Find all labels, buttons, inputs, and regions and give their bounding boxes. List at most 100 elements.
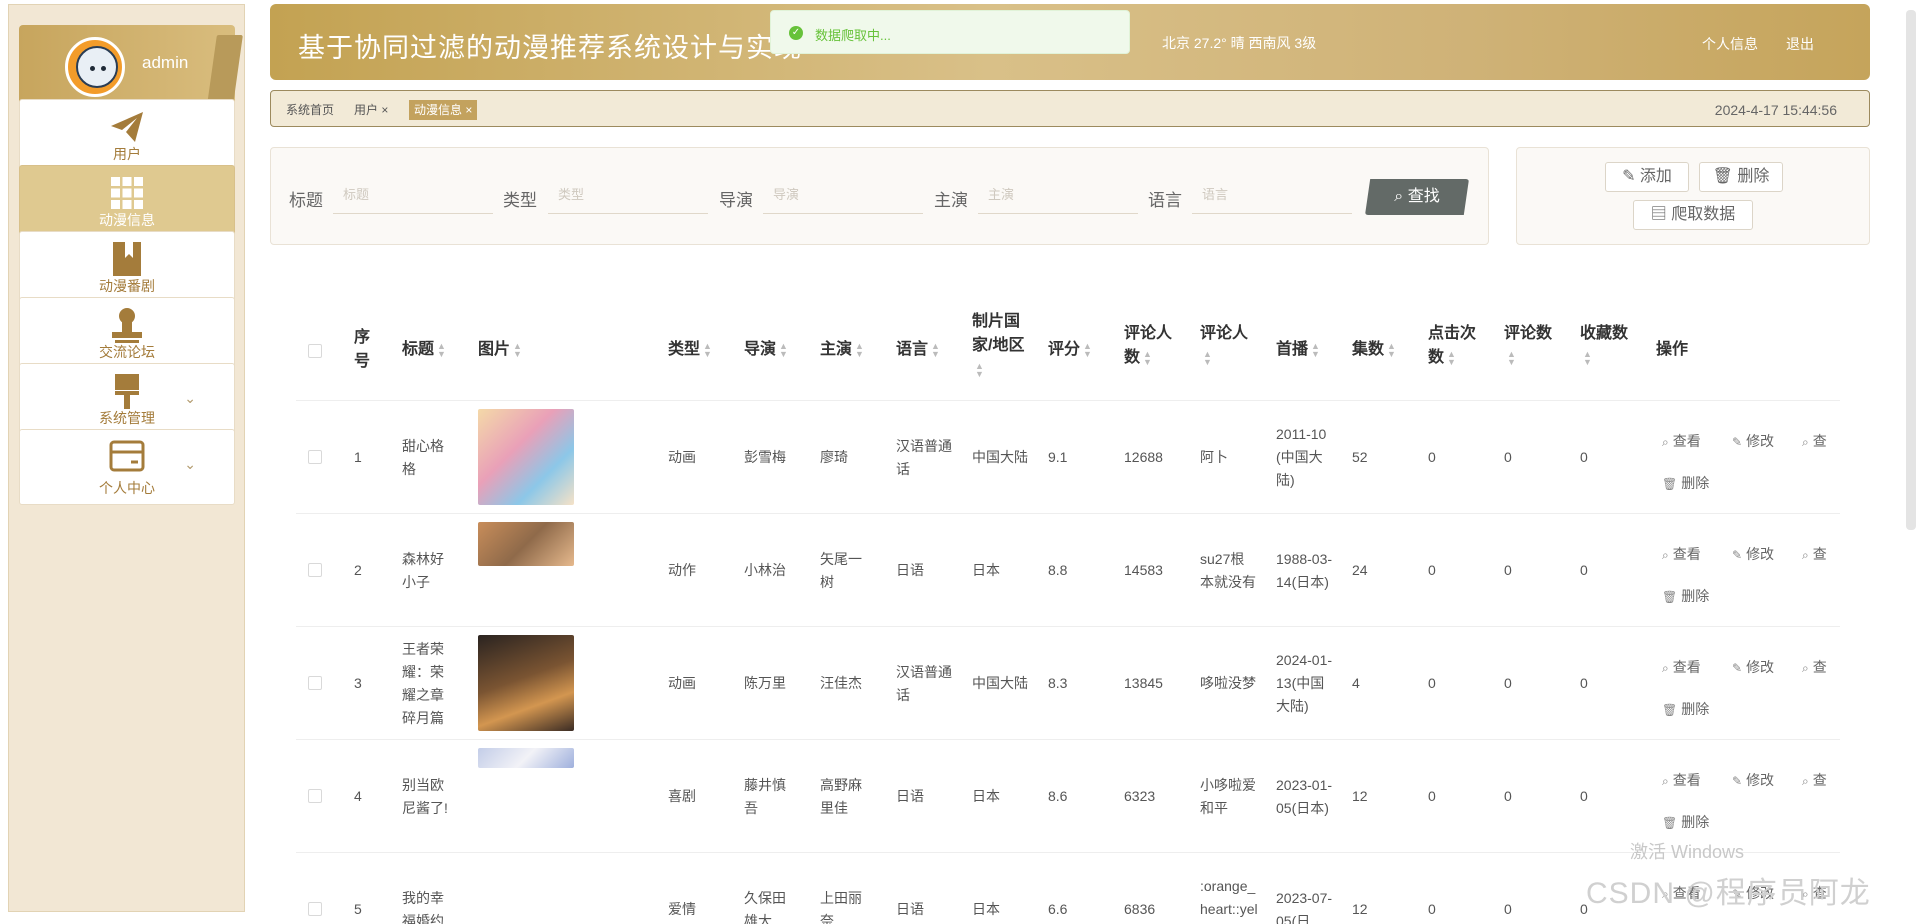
username: admin — [142, 53, 189, 72]
anime-table: 序号 标题 ▲ ▼ 图片 ▲ ▼ 类型 ▲ ▼ 导演 ▲ ▼ 主演 ▲ ▼ 语言 ▲ ▼ 制片国家/地区… — [296, 302, 1840, 924]
cell-raters: 12688 — [1124, 449, 1163, 465]
chevron-down-icon[interactable]: ⌄ — [184, 390, 196, 407]
tab-anime-info[interactable]: 动漫信息 × — [409, 100, 478, 120]
header-image[interactable]: 图片 ▲ ▼ — [478, 338, 522, 362]
header-actor[interactable]: 主演 ▲ ▼ — [820, 338, 864, 362]
row-checkbox[interactable] — [308, 450, 322, 464]
view2-op-button[interactable]: ⌕ 查 — [1802, 770, 1827, 790]
view-op-button[interactable]: ⌕ 查看 — [1662, 431, 1701, 451]
edit-op-button[interactable]: ✎ 修改 — [1732, 657, 1774, 677]
cell-title: 甜心格格 — [402, 437, 444, 477]
delete-op-label: 删除 — [1681, 701, 1710, 717]
trash-icon: 🗑 — [1662, 703, 1678, 717]
edit-op-button[interactable]: ✎ 修改 — [1732, 431, 1774, 451]
cell-comments: 0 — [1504, 675, 1512, 691]
cell-episodes: 12 — [1352, 901, 1368, 917]
header-episodes[interactable]: 集数 ▲ ▼ — [1352, 338, 1396, 362]
table-row[interactable]: 2 森林好小子 动作 小林治 矢尾一树 日语 日本 8.8 14583 su27根本就没有 1988… — [296, 513, 1840, 626]
crawl-data-button[interactable]: ▤ 爬取数据 — [1633, 200, 1753, 230]
view-op-button[interactable]: ⌕ 查看 — [1662, 544, 1701, 564]
anime-poster — [478, 522, 574, 566]
cell-actor: 上田丽奈 — [820, 889, 862, 924]
row-checkbox[interactable] — [308, 563, 322, 577]
chevron-down-icon[interactable]: ⌄ — [184, 456, 196, 473]
view2-op-button[interactable]: ⌕ 查 — [1802, 544, 1827, 564]
tab-users[interactable]: 用户 × — [349, 100, 393, 120]
profile-card: admin — [19, 25, 243, 119]
cell-title: 我的幸福婚约 — [402, 889, 444, 924]
header-raters[interactable]: 评论人数 ▲ ▼ — [1124, 322, 1182, 370]
type-input[interactable] — [548, 176, 708, 214]
card-icon — [109, 440, 145, 472]
view2-op-button[interactable]: ⌕ 查 — [1802, 657, 1827, 677]
search-icon: ⌕ — [1662, 435, 1669, 449]
select-all-checkbox[interactable] — [308, 344, 322, 358]
director-input[interactable] — [763, 176, 923, 214]
sidebar-item-personal[interactable]: 个人中心 ⌄ — [19, 429, 235, 505]
sidebar-item-label: 个人中心 — [99, 480, 155, 496]
header-language[interactable]: 语言 ▲ ▼ — [896, 338, 940, 362]
header-comments[interactable]: 评论数 ▲ ▼ — [1504, 322, 1562, 370]
cell-raters: 14583 — [1124, 562, 1163, 578]
header-clicks[interactable]: 点击次数 ▲ ▼ — [1428, 322, 1486, 370]
title-input[interactable] — [333, 176, 493, 214]
sidebar-item-forum[interactable]: 交流论坛 — [19, 297, 235, 369]
header-country[interactable]: 制片国家/地区 ▲ ▼ — [972, 310, 1030, 382]
sidebar-item-system[interactable]: 系统管理 ⌄ — [19, 363, 235, 435]
avatar[interactable] — [65, 37, 125, 97]
sidebar-item-anime-info[interactable]: 动漫信息 — [19, 165, 235, 237]
actor-input[interactable] — [978, 176, 1138, 214]
header-favorites[interactable]: 收藏数 ▲ ▼ — [1580, 322, 1638, 370]
cell-seq: 3 — [354, 675, 362, 691]
view2-op-button[interactable]: ⌕ 查 — [1802, 431, 1827, 451]
cell-score: 8.8 — [1048, 562, 1068, 578]
edit-op-button[interactable]: ✎ 修改 — [1732, 770, 1774, 790]
weather-info: 北京 27.2° 晴 西南风 3级 — [1162, 35, 1317, 51]
delete-op-button[interactable]: 🗑 删除 — [1662, 473, 1709, 493]
delete-op-button[interactable]: 🗑 删除 — [1662, 699, 1709, 719]
sidebar: admin 用户 动漫信息 动漫番剧 交流论坛 系统管理 ⌄ 个人中心 ⌄ — [8, 4, 245, 912]
table-row[interactable]: 1 甜心格格 动画 彭雪梅 廖琦 汉语普通话 中国大陆 9.1 12688 阿卜 2011-10(中… — [296, 400, 1840, 513]
view-op-button[interactable]: ⌕ 查看 — [1662, 657, 1701, 677]
header-title[interactable]: 标题 ▲ ▼ — [402, 338, 446, 362]
edit-icon: ✎ — [1732, 661, 1743, 675]
director-label: 导演 — [719, 191, 753, 210]
delete-op-button[interactable]: 🗑 删除 — [1662, 812, 1709, 832]
profile-link[interactable]: 个人信息 — [1702, 34, 1758, 54]
row-checkbox[interactable] — [308, 789, 322, 803]
view-op-label: 查看 — [1672, 659, 1701, 675]
cell-comments: 0 — [1504, 901, 1512, 917]
logout-link[interactable]: 退出 — [1786, 34, 1814, 54]
header-type[interactable]: 类型 ▲ ▼ — [668, 338, 712, 362]
actions-panel: ✎ 添加 🗑 删除 ▤ 爬取数据 — [1516, 147, 1870, 245]
delete-button[interactable]: 🗑 删除 — [1699, 162, 1783, 192]
header-premiere[interactable]: 首播 ▲ ▼ — [1276, 338, 1320, 362]
delete-op-button[interactable]: 🗑 删除 — [1662, 586, 1709, 606]
tab-home[interactable]: 系统首页 — [281, 100, 339, 120]
header-score[interactable]: 评分 ▲ ▼ — [1048, 338, 1092, 362]
sidebar-item-users[interactable]: 用户 — [19, 99, 235, 171]
edit-op-button[interactable]: ✎ 修改 — [1732, 544, 1774, 564]
header-type-label: 类型 — [668, 341, 701, 358]
cell-clicks: 0 — [1428, 562, 1436, 578]
sort-icon: ▲ ▼ — [1083, 340, 1092, 359]
table-row[interactable]: 4 别当欧尼酱了! 喜剧 藤井慎吾 高野麻里佳 日语 日本 8.6 6323 小哆啦爱和平 2023… — [296, 739, 1840, 852]
add-button[interactable]: ✎ 添加 — [1605, 162, 1689, 192]
sidebar-item-anime-series[interactable]: 动漫番剧 — [19, 231, 235, 303]
header-director[interactable]: 导演 ▲ ▼ — [744, 338, 788, 362]
row-checkbox[interactable] — [308, 902, 322, 916]
row-checkbox[interactable] — [308, 676, 322, 690]
paintbrush-icon — [115, 374, 139, 409]
sort-icon: ▲ ▼ — [779, 340, 788, 359]
header-seq: 序号 — [354, 329, 371, 370]
cell-premiere: 2024-01-13(中国大陆) — [1276, 652, 1333, 714]
database-icon: ▤ — [1650, 206, 1667, 223]
search-button[interactable]: ⌕ 查找 — [1365, 179, 1469, 215]
table-row[interactable]: 3 王者荣耀：荣耀之章碎月篇 动画 陈万里 汪佳杰 汉语普通话 中国大陆 8.3 13845 哆啦… — [296, 626, 1840, 739]
header-episodes-label: 集数 — [1352, 341, 1385, 358]
header-commenter[interactable]: 评论人 ▲ ▼ — [1200, 322, 1258, 370]
header-director-label: 导演 — [744, 341, 777, 358]
page-scrollbar[interactable] — [1906, 10, 1916, 530]
language-input[interactable] — [1192, 176, 1352, 214]
view-op-button[interactable]: ⌕ 查看 — [1662, 770, 1701, 790]
